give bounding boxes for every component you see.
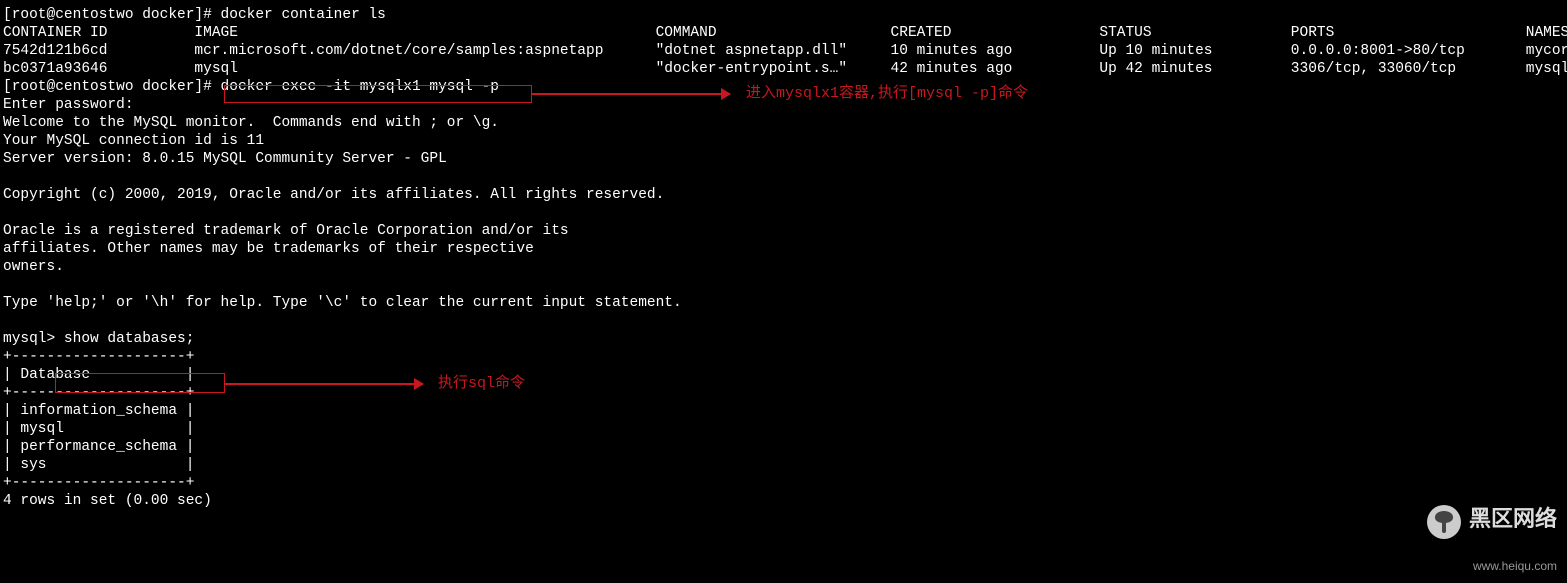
mysql-command: show databases; (64, 331, 195, 347)
shell-prompt: [root@centostwo docker]# (3, 79, 221, 95)
arrow-icon (532, 93, 730, 95)
watermark-url: www.heiqu.com (1473, 559, 1557, 573)
command-text: docker container ls (221, 7, 386, 23)
col-container-id: CONTAINER ID IMAGE COMMAND CREATED STATU… (3, 25, 1567, 41)
mushroom-icon (1427, 505, 1461, 539)
command-text: docker exec -it mysqlx1 mysql -p (221, 79, 499, 95)
watermark: 黑区网络 www.heiqu.com (1419, 487, 1557, 575)
shell-prompt: [root@centostwo docker]# (3, 7, 221, 23)
terminal-output[interactable]: [root@centostwo docker]# docker containe… (3, 6, 1567, 510)
mysql-output: Enter password: Welcome to the MySQL mon… (3, 97, 682, 311)
row-2: bc0371a93646 mysql "docker-entrypoint.s…… (3, 61, 1567, 77)
annotation-text: 进入mysqlx1容器,执行[mysql -p]命令 (746, 85, 1028, 103)
annotation-text: 执行sql命令 (438, 375, 525, 393)
row-1: 7542d121b6cd mcr.microsoft.com/dotnet/co… (3, 43, 1567, 59)
arrow-icon (225, 383, 423, 385)
mysql-result: +--------------------+ | Database | +---… (3, 349, 212, 509)
watermark-title: 黑区网络 (1469, 506, 1557, 531)
mysql-prompt: mysql> (3, 331, 64, 347)
